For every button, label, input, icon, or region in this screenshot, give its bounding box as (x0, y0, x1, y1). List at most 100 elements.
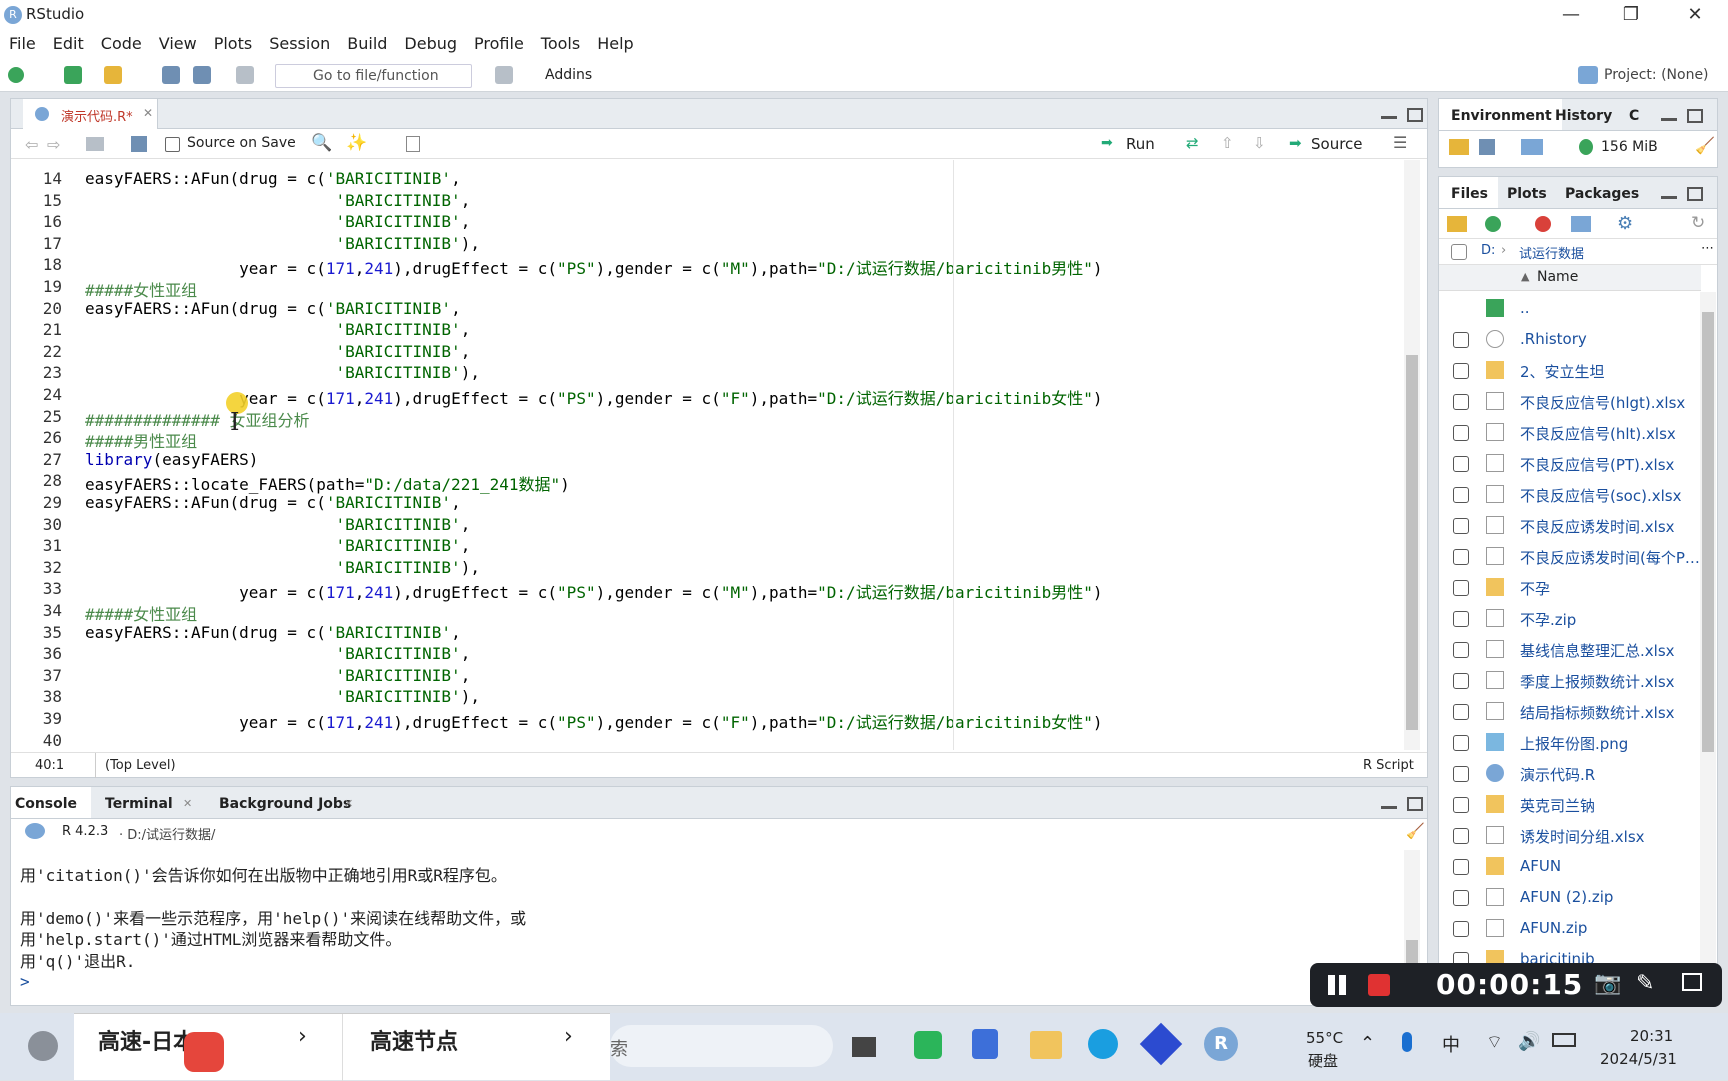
refresh-icon[interactable]: ↻ (1691, 213, 1705, 233)
code-line[interactable]: easyFAERS::AFun(drug = c('BARICITINIB', (85, 623, 461, 642)
file-row[interactable]: 季度上报频数统计.xlsx (1440, 665, 1692, 696)
search-icon[interactable]: 🔍 (311, 133, 332, 153)
file-row[interactable]: 不良反应信号(soc).xlsx (1440, 479, 1692, 510)
import-dataset-icon[interactable] (1521, 139, 1543, 155)
file-row[interactable]: .. (1440, 293, 1692, 324)
file-row[interactable]: 不良反应信号(hlgt).xlsx (1440, 386, 1692, 417)
file-row[interactable]: 不孕.zip (1440, 603, 1692, 634)
battery-icon[interactable] (1552, 1033, 1576, 1047)
file-name[interactable]: 结局指标频数统计.xlsx (1520, 702, 1675, 723)
menu-session[interactable]: Session (260, 30, 338, 53)
new-project-icon[interactable] (64, 66, 82, 84)
env-maximize-icon[interactable] (1687, 109, 1703, 123)
code-line[interactable]: #####女性亚组 (85, 601, 197, 625)
compile-report-icon[interactable] (406, 136, 420, 152)
project-menu[interactable]: Project: (None) (1604, 67, 1709, 83)
editor-scrollbar[interactable] (1404, 160, 1420, 750)
code-line[interactable]: #####女性亚组 (85, 277, 197, 301)
file-name[interactable]: 不良反应信号(hlt).xlsx (1520, 423, 1676, 444)
code-line[interactable]: ############## 女亚组分析 (85, 407, 310, 431)
code-line[interactable]: easyFAERS::AFun(drug = c('BARICITINIB', (85, 493, 461, 512)
file-checkbox[interactable] (1453, 828, 1469, 844)
env-minimize-icon[interactable] (1661, 111, 1677, 121)
microphone-icon[interactable] (1402, 1032, 1412, 1052)
file-checkbox[interactable] (1453, 921, 1469, 937)
file-row[interactable]: 英克司兰钠 (1440, 789, 1692, 820)
file-type-selector[interactable]: R Script (1363, 758, 1414, 773)
file-checkbox[interactable] (1453, 425, 1469, 441)
more-icon[interactable]: ⋯ (1701, 241, 1714, 256)
editor-scroll-thumb[interactable] (1406, 355, 1418, 730)
camera-icon[interactable]: 📷 (1594, 971, 1621, 996)
minimize-pane-icon[interactable] (1381, 109, 1397, 119)
close-tab-icon[interactable]: ✕ (143, 106, 153, 120)
close-terminal-icon[interactable]: ✕ (183, 797, 192, 810)
close-jobs-icon[interactable]: ✕ (344, 797, 353, 810)
back-arrow-icon[interactable]: ⇦ (25, 135, 38, 154)
go-up-icon[interactable]: ⇧ (1221, 134, 1234, 152)
rename-icon[interactable] (1571, 216, 1591, 232)
file-row[interactable]: 结局指标频数统计.xlsx (1440, 696, 1692, 727)
file-row[interactable]: .Rhistory (1440, 324, 1692, 355)
editor-tab[interactable]: 演示代码.R* ✕ (23, 99, 158, 129)
file-checkbox[interactable] (1453, 797, 1469, 813)
file-name[interactable]: AFUN (2).zip (1520, 888, 1613, 906)
file-checkbox[interactable] (1453, 735, 1469, 751)
go-down-icon[interactable]: ⇩ (1253, 134, 1266, 152)
code-line[interactable]: 'BARICITINIB', (85, 212, 470, 231)
code-line[interactable]: 'BARICITINIB', (85, 320, 470, 339)
code-editor[interactable]: 14 easyFAERS::AFun(drug = c('BARICITINIB'… (12, 160, 1425, 750)
search-box[interactable]: 索 (610, 1025, 833, 1067)
file-name[interactable]: 2、安立生坦 (1520, 361, 1605, 382)
tab-console[interactable]: Console (11, 787, 91, 818)
file-row[interactable]: AFUN (2).zip (1440, 882, 1692, 913)
file-name[interactable]: 演示代码.R (1520, 764, 1595, 785)
column-name[interactable]: Name (1537, 269, 1578, 285)
file-name[interactable]: 不良反应信号(PT).xlsx (1520, 454, 1674, 475)
code-line[interactable]: year = c(171,241),drugEffect = c("PS"),g… (85, 255, 1102, 279)
file-name[interactable]: .Rhistory (1520, 330, 1587, 348)
code-line[interactable]: year = c(171,241),drugEffect = c("PS"),g… (85, 579, 1102, 603)
menu-profile[interactable]: Profile (465, 30, 532, 53)
vpn-item-2[interactable]: 高速节点 (370, 1024, 458, 1056)
volume-icon[interactable]: 🔊 (1518, 1031, 1540, 1052)
load-workspace-icon[interactable] (1449, 139, 1469, 155)
widget-icon[interactable] (28, 1031, 58, 1061)
rstudio-taskbar-icon[interactable]: R (1204, 1027, 1238, 1061)
app-icon[interactable] (1139, 1022, 1183, 1066)
code-line[interactable]: library(easyFAERS) (85, 450, 258, 469)
editor-save-icon[interactable] (131, 136, 147, 152)
pen-icon[interactable]: ✎ (1636, 971, 1654, 996)
file-name[interactable]: 不良反应诱发时间(每个P… (1520, 547, 1700, 568)
notepad-icon[interactable] (972, 1029, 998, 1059)
file-name[interactable]: AFUN (1520, 857, 1561, 875)
clock-date[interactable]: 2024/5/31 (1600, 1050, 1677, 1068)
minimize-button[interactable]: — (1548, 2, 1594, 28)
file-row[interactable]: 2、安立生坦 (1440, 355, 1692, 386)
file-row[interactable]: 演示代码.R (1440, 758, 1692, 789)
new-file-icon[interactable] (8, 67, 24, 83)
console-minimize-icon[interactable] (1381, 799, 1397, 809)
console-prompt[interactable]: > (20, 972, 30, 991)
menu-build[interactable]: Build (338, 30, 395, 53)
file-row[interactable]: 不良反应信号(PT).xlsx (1440, 448, 1692, 479)
file-checkbox[interactable] (1453, 859, 1469, 875)
forward-arrow-icon[interactable]: ⇨ (47, 135, 60, 154)
file-row[interactable]: 基线信息整理汇总.xlsx (1440, 634, 1692, 665)
select-all-checkbox[interactable] (1451, 244, 1467, 260)
file-checkbox[interactable] (1453, 363, 1469, 379)
tab-terminal[interactable]: Terminal (93, 787, 183, 818)
chevron-right-icon[interactable]: › (298, 1024, 307, 1049)
menu-plots[interactable]: Plots (205, 30, 261, 53)
chevron-up-icon[interactable]: ⌃ (1360, 1033, 1375, 1054)
file-row[interactable]: AFUN.zip (1440, 913, 1692, 944)
code-line[interactable]: 'BARICITINIB', (85, 536, 470, 555)
file-name[interactable]: 上报年份图.png (1520, 733, 1628, 754)
addins-menu[interactable]: Addins (545, 67, 592, 83)
files-scrollbar[interactable] (1700, 292, 1716, 964)
menu-file[interactable]: File (0, 30, 44, 53)
file-checkbox[interactable] (1453, 704, 1469, 720)
memory-usage[interactable]: 156 MiB (1601, 139, 1658, 155)
file-checkbox[interactable] (1453, 766, 1469, 782)
file-name[interactable]: 诱发时间分组.xlsx (1520, 826, 1645, 847)
